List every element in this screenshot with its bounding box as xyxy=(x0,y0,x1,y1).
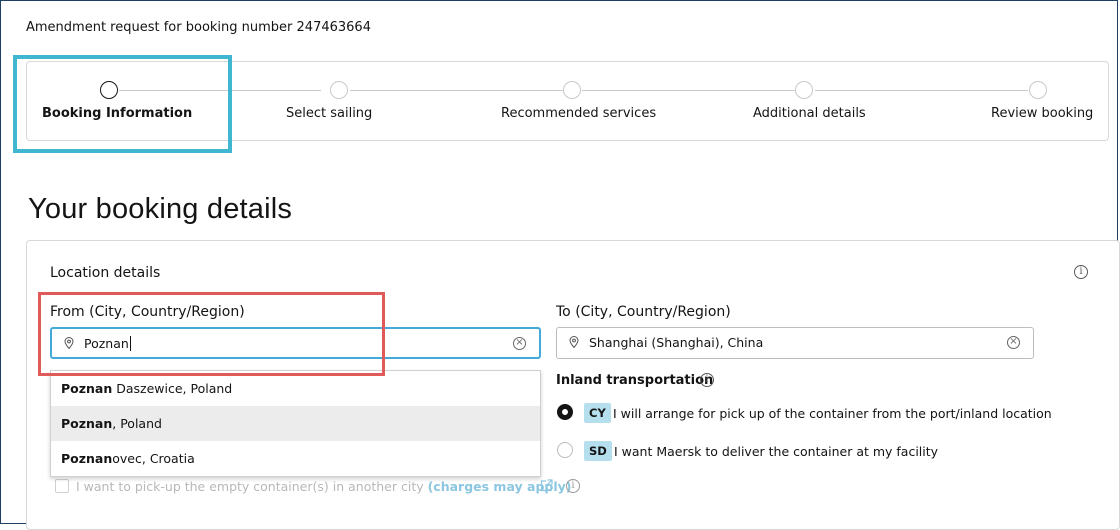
empty-pickup-checkbox[interactable] xyxy=(55,479,69,493)
location-pin-icon xyxy=(569,336,579,348)
badge-sd: SD xyxy=(584,441,612,461)
step-circle-additional-details[interactable] xyxy=(795,81,813,99)
step-connector xyxy=(815,90,1028,91)
clear-icon[interactable]: × xyxy=(513,337,526,350)
step-label-recommended-services[interactable]: Recommended services xyxy=(501,106,656,121)
clear-icon[interactable]: × xyxy=(1007,336,1020,349)
step-circle-recommended-services[interactable] xyxy=(563,81,581,99)
amendment-title: Amendment request for booking number 247… xyxy=(26,20,371,35)
empty-pickup-label[interactable]: I want to pick-up the empty container(s)… xyxy=(76,479,571,494)
badge-cy: CY xyxy=(584,403,611,423)
inland-transportation-label: Inland transportation xyxy=(556,373,714,388)
step-connector xyxy=(119,90,321,91)
step-label-booking-information[interactable]: Booking Information xyxy=(42,106,192,121)
step-label-review-booking[interactable]: Review booking xyxy=(991,106,1093,121)
radio-sd-label[interactable]: I want Maersk to deliver the container a… xyxy=(614,444,938,459)
from-input-value: Poznan xyxy=(84,336,131,351)
info-icon[interactable]: i xyxy=(1074,265,1088,279)
suggestion-item[interactable]: Poznanovec, Croatia xyxy=(51,441,540,476)
step-circle-review-booking[interactable] xyxy=(1029,81,1047,99)
page-title: Your booking details xyxy=(28,193,293,225)
suggestion-item[interactable]: Poznan Daszewice, Poland xyxy=(51,371,540,406)
progress-stepper: Booking Information Select sailing Recom… xyxy=(26,61,1109,141)
suggestion-item[interactable]: Poznan, Poland xyxy=(51,406,540,441)
radio-cy[interactable] xyxy=(557,404,573,420)
step-connector xyxy=(350,90,563,91)
radio-sd[interactable] xyxy=(557,442,573,458)
step-circle-select-sailing[interactable] xyxy=(330,81,348,99)
info-icon[interactable]: i xyxy=(700,373,714,387)
info-icon[interactable]: i xyxy=(566,479,580,493)
to-input[interactable]: Shanghai (Shanghai), China × xyxy=(556,327,1034,359)
to-input-value: Shanghai (Shanghai), China xyxy=(589,335,764,350)
step-label-additional-details[interactable]: Additional details xyxy=(753,106,866,121)
step-label-select-sailing[interactable]: Select sailing xyxy=(286,106,372,121)
external-link-icon[interactable] xyxy=(540,479,553,492)
step-circle-booking-information[interactable] xyxy=(100,81,118,99)
from-suggestions-dropdown: Poznan Daszewice, Poland Poznan, Poland … xyxy=(50,370,541,477)
to-label: To (City, Country/Region) xyxy=(556,304,731,320)
location-pin-icon xyxy=(64,337,74,349)
radio-cy-label[interactable]: I will arrange for pick up of the contai… xyxy=(613,406,1052,421)
from-label: From (City, Country/Region) xyxy=(50,304,245,320)
step-connector xyxy=(582,90,795,91)
location-details-heading: Location details xyxy=(50,265,161,281)
from-input[interactable]: Poznan × xyxy=(50,327,541,359)
